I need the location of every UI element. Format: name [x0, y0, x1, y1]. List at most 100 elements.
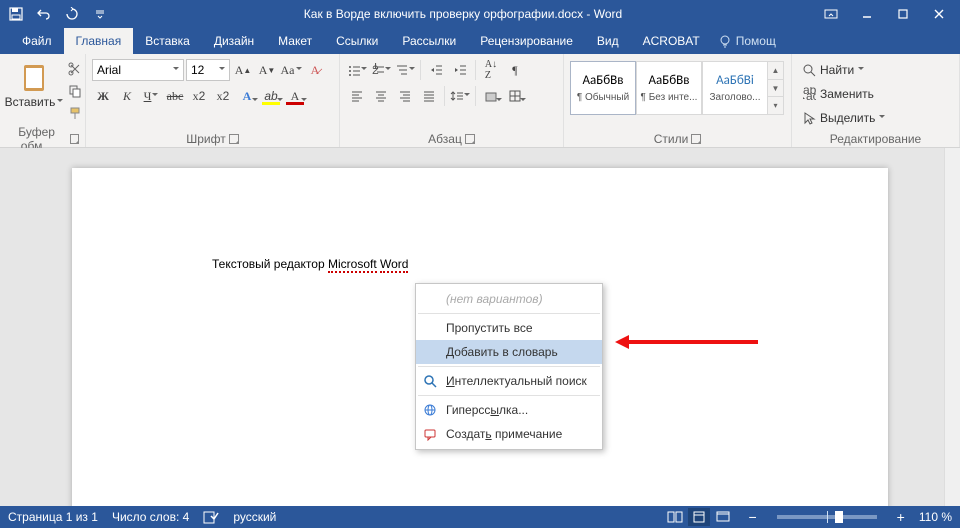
cut-button[interactable] — [65, 59, 85, 79]
zoom-in-button[interactable]: + — [897, 509, 905, 525]
bullets-button[interactable] — [346, 59, 368, 81]
group-editing-label: Редактирование — [830, 132, 921, 146]
tab-file[interactable]: Файл — [10, 28, 64, 54]
view-print-button[interactable] — [688, 508, 710, 526]
minimize-button[interactable] — [850, 2, 884, 26]
para-launcher[interactable] — [465, 134, 475, 144]
bold-button[interactable]: Ж — [92, 85, 114, 107]
spell-error-1[interactable]: Microsoft — [328, 257, 377, 273]
tab-view[interactable]: Вид — [585, 28, 631, 54]
ribbon-options-button[interactable] — [814, 2, 848, 26]
styles-gallery-nav[interactable]: ▲▼▾ — [768, 61, 784, 115]
tab-references[interactable]: Ссылки — [324, 28, 390, 54]
sort-button[interactable]: A↓Z — [480, 59, 502, 81]
align-right-button[interactable] — [394, 85, 416, 107]
ctx-ignore-all[interactable]: Пропустить все — [416, 316, 602, 340]
status-language[interactable]: русский — [233, 510, 276, 524]
ctx-add-to-dictionary[interactable]: Добавить в словарь — [416, 340, 602, 364]
font-name-combo[interactable]: Arial — [92, 59, 184, 81]
annotation-arrow — [608, 335, 758, 349]
tab-home[interactable]: Главная — [64, 28, 134, 54]
align-center-button[interactable] — [370, 85, 392, 107]
tab-layout[interactable]: Макет — [266, 28, 324, 54]
tab-acrobat[interactable]: ACROBAT — [631, 28, 712, 54]
italic-button[interactable]: К — [116, 85, 138, 107]
paste-button[interactable]: Вставить — [6, 57, 62, 111]
shrink-font-button[interactable]: A▼ — [256, 59, 278, 81]
view-buttons — [664, 508, 734, 526]
grow-font-button[interactable]: A▲ — [232, 59, 254, 81]
group-editing: Найти abacЗаменить Выделить Редактирован… — [792, 54, 960, 147]
statusbar: Страница 1 из 1 Число слов: 4 русский − … — [0, 506, 960, 528]
styles-launcher[interactable] — [691, 134, 701, 144]
spell-error-2[interactable]: Word — [380, 257, 408, 273]
style-normal[interactable]: АаБбВв¶ Обычный — [570, 61, 636, 115]
qat-customize-button[interactable] — [88, 2, 112, 26]
borders-button[interactable] — [504, 85, 526, 107]
format-painter-button[interactable] — [65, 103, 85, 123]
multilevel-list-button[interactable] — [394, 59, 416, 81]
tell-me[interactable]: Помощ — [718, 28, 776, 54]
save-button[interactable] — [4, 2, 28, 26]
svg-text:2: 2 — [372, 63, 379, 77]
redo-button[interactable] — [60, 2, 84, 26]
find-button[interactable]: Найти — [798, 59, 889, 81]
underline-button[interactable]: Ч — [140, 85, 162, 107]
subscript-button[interactable]: x2 — [188, 85, 210, 107]
justify-button[interactable] — [418, 85, 440, 107]
text-effects-button[interactable]: A — [236, 85, 258, 107]
font-launcher[interactable] — [229, 134, 239, 144]
zoom-level[interactable]: 110 % — [919, 510, 952, 524]
group-font: Arial 12 A▲ A▼ Aa A̷ Ж К Ч abc x2 x2 A a… — [86, 54, 340, 147]
context-menu: (нет вариантов) Пропустить все Добавить … — [415, 283, 603, 450]
vertical-scrollbar[interactable] — [944, 148, 960, 506]
group-font-label: Шрифт — [186, 132, 225, 146]
view-read-button[interactable] — [664, 508, 686, 526]
undo-button[interactable] — [32, 2, 56, 26]
tab-insert[interactable]: Вставка — [133, 28, 202, 54]
ctx-hyperlink[interactable]: Гиперссылка... — [416, 398, 602, 422]
close-button[interactable] — [922, 2, 956, 26]
maximize-button[interactable] — [886, 2, 920, 26]
comment-icon — [422, 426, 438, 442]
tab-review[interactable]: Рецензирование — [468, 28, 585, 54]
select-button[interactable]: Выделить — [798, 107, 889, 129]
clear-formatting-button[interactable]: A̷ — [304, 59, 326, 81]
replace-icon: abac — [802, 87, 816, 101]
font-color-button[interactable]: A — [284, 85, 306, 107]
font-name-value: Arial — [97, 63, 121, 77]
document-text[interactable]: Текстовый редактор Microsoft Word — [212, 253, 408, 273]
clipboard-launcher[interactable] — [70, 134, 79, 144]
ribbon-tabs: Файл Главная Вставка Дизайн Макет Ссылки… — [0, 28, 960, 54]
status-page[interactable]: Страница 1 из 1 — [8, 510, 98, 524]
search-icon — [422, 373, 438, 389]
tab-design[interactable]: Дизайн — [202, 28, 266, 54]
status-word-count[interactable]: Число слов: 4 — [112, 510, 189, 524]
shading-button[interactable] — [480, 85, 502, 107]
align-left-button[interactable] — [346, 85, 368, 107]
increase-indent-button[interactable] — [449, 59, 471, 81]
change-case-button[interactable]: Aa — [280, 59, 302, 81]
status-proofing-icon[interactable] — [203, 510, 219, 524]
search-icon — [802, 63, 816, 77]
ctx-smart-lookup[interactable]: Интеллектуальный поиск — [416, 369, 602, 393]
ctx-new-comment[interactable]: Создать примечание — [416, 422, 602, 446]
copy-button[interactable] — [65, 81, 85, 101]
group-para-label: Абзац — [428, 132, 462, 146]
zoom-out-button[interactable]: − — [748, 509, 756, 525]
replace-button[interactable]: abacЗаменить — [798, 83, 889, 105]
superscript-button[interactable]: x2 — [212, 85, 234, 107]
line-spacing-button[interactable] — [449, 85, 471, 107]
strikethrough-button[interactable]: abc — [164, 85, 186, 107]
numbering-button[interactable]: 12 — [370, 59, 392, 81]
font-size-combo[interactable]: 12 — [186, 59, 230, 81]
ribbon: Вставить Буфер обм... Arial 12 A▲ A▼ Aa … — [0, 54, 960, 148]
style-heading1[interactable]: АаБбВіЗаголово... — [702, 61, 768, 115]
decrease-indent-button[interactable] — [425, 59, 447, 81]
highlight-button[interactable]: ab — [260, 85, 282, 107]
view-web-button[interactable] — [712, 508, 734, 526]
show-marks-button[interactable]: ¶ — [504, 59, 526, 81]
zoom-slider[interactable] — [777, 515, 877, 519]
tab-mailings[interactable]: Рассылки — [390, 28, 468, 54]
style-nospacing[interactable]: АаБбВв¶ Без инте... — [636, 61, 702, 115]
